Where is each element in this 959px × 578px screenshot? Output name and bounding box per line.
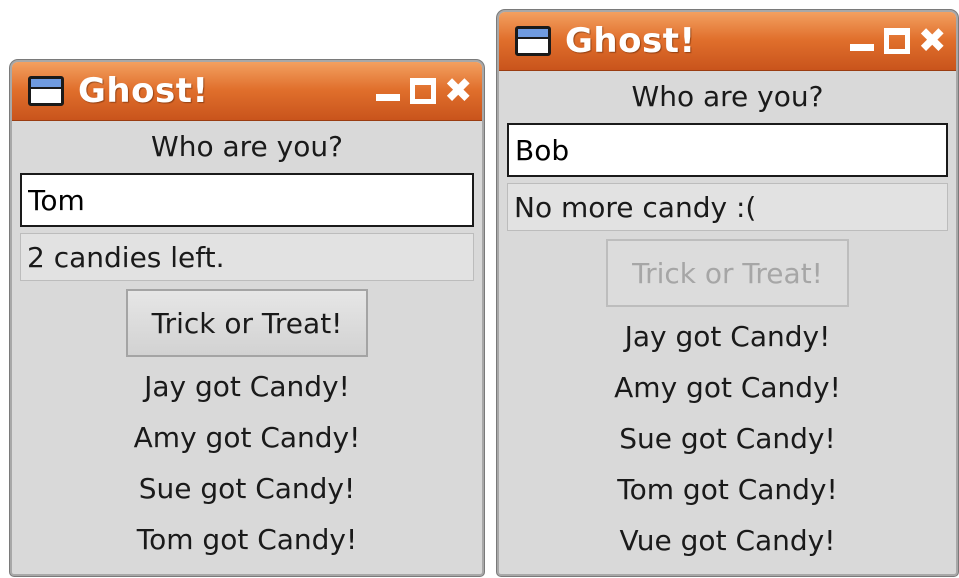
trick-or-treat-button[interactable]: Trick or Treat! (606, 239, 849, 307)
title-bar[interactable]: Ghost! ✖ (12, 62, 482, 121)
candy-status: No more candy :( (507, 183, 948, 231)
candy-log: Jay got Candy! Amy got Candy! Sue got Ca… (20, 361, 474, 565)
log-line: Vue got Candy! (619, 524, 836, 557)
candy-log: Jay got Candy! Amy got Candy! Sue got Ca… (507, 311, 948, 566)
name-prompt-label: Who are you? (631, 80, 824, 113)
log-line: Tom got Candy! (136, 523, 358, 556)
close-icon[interactable]: ✖ (444, 74, 473, 108)
log-line: Tom got Candy! (617, 473, 838, 506)
maximize-icon[interactable] (410, 78, 436, 104)
minimize-icon[interactable] (848, 27, 876, 55)
log-line: Amy got Candy! (614, 371, 841, 404)
log-line: Sue got Candy! (138, 472, 356, 505)
app-window-icon[interactable] (515, 26, 551, 56)
log-line: Jay got Candy! (624, 320, 831, 353)
window-title: Ghost! (565, 21, 696, 61)
ghost-window-right: Ghost! ✖ Who are you? No more candy :( T… (497, 10, 958, 576)
app-window-icon[interactable] (28, 76, 64, 106)
name-prompt-label: Who are you? (151, 130, 343, 163)
desktop: Ghost! ✖ Who are you? 2 candies left. Tr… (0, 0, 959, 578)
window-controls: ✖ (374, 62, 473, 120)
log-line: Amy got Candy! (133, 421, 361, 454)
trick-or-treat-button[interactable]: Trick or Treat! (125, 289, 369, 357)
close-icon[interactable]: ✖ (918, 24, 947, 58)
log-line: Sue got Candy! (619, 422, 836, 455)
candy-status: 2 candies left. (20, 233, 474, 281)
window-content: Who are you? 2 candies left. Trick or Tr… (12, 121, 482, 565)
name-input[interactable] (507, 123, 948, 177)
title-bar[interactable]: Ghost! ✖ (499, 12, 956, 71)
ghost-window-left: Ghost! ✖ Who are you? 2 candies left. Tr… (10, 60, 484, 576)
window-content: Who are you? No more candy :( Trick or T… (499, 71, 956, 566)
window-title: Ghost! (78, 71, 209, 111)
minimize-icon[interactable] (374, 77, 402, 105)
name-input[interactable] (20, 173, 474, 227)
log-line: Jay got Candy! (144, 370, 350, 403)
maximize-icon[interactable] (884, 28, 910, 54)
window-controls: ✖ (848, 12, 947, 70)
